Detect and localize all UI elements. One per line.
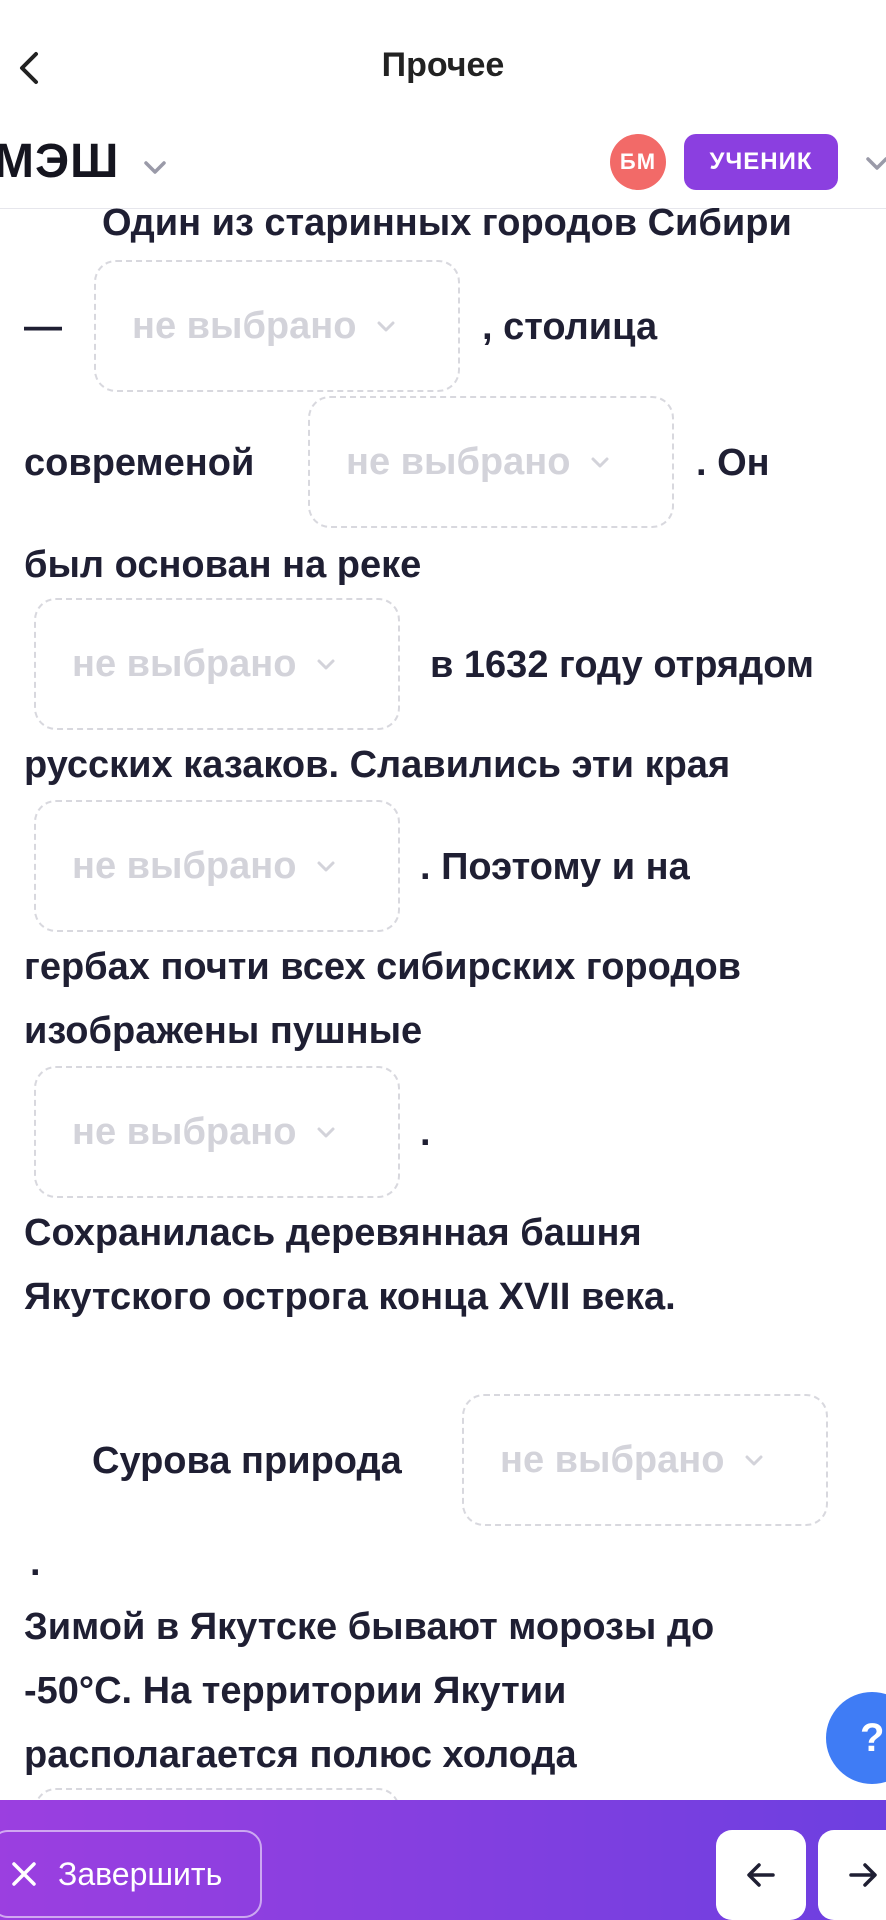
help-label: ?: [860, 1715, 885, 1760]
avatar[interactable]: БМ: [610, 134, 666, 190]
bottom-bar: Завершить: [0, 1800, 886, 1920]
chevron-down-icon: [317, 1127, 335, 1138]
text-fragment: Один из старинных городов Сибири: [102, 208, 792, 244]
app-logo[interactable]: МЭШ: [0, 134, 119, 189]
text-fragment: Сурова природа: [92, 1440, 402, 1482]
text-fragment: гербах почти всех сибирских городов: [24, 946, 742, 988]
question-content: Один из старинных городов Сибири — не вы…: [0, 208, 886, 1800]
dropdown-placeholder: не выбрано: [72, 844, 297, 887]
dropdown-placeholder: не выбрано: [346, 440, 571, 483]
text-fragment: современой: [24, 442, 255, 484]
finish-label: Завершить: [58, 1855, 223, 1892]
blank-dropdown-5[interactable]: не выбрано: [34, 1066, 400, 1198]
close-icon: [12, 1862, 36, 1886]
dropdown-placeholder: не выбрано: [72, 1110, 297, 1153]
prev-button[interactable]: [716, 1830, 806, 1920]
text-fragment: Зимой в Якутске бывают морозы до: [24, 1606, 715, 1648]
blank-dropdown-1[interactable]: не выбрано: [94, 260, 460, 392]
text-fragment: , столица: [482, 306, 658, 348]
chevron-down-icon[interactable]: [140, 152, 170, 182]
text-fragment: русских казаков. Славились эти края: [24, 744, 731, 786]
text-fragment: .: [30, 1542, 41, 1584]
role-badge[interactable]: УЧЕНИК: [684, 134, 838, 190]
chevron-down-icon: [317, 861, 335, 872]
blank-dropdown-2[interactable]: не выбрано: [308, 396, 674, 528]
text-fragment: -50°С. На территории Якутии: [24, 1670, 567, 1712]
chevron-down-icon: [377, 321, 395, 332]
finish-button[interactable]: Завершить: [0, 1830, 262, 1918]
text-fragment: изображены пушные: [24, 1010, 423, 1052]
blank-dropdown-6[interactable]: не выбрано: [462, 1394, 828, 1526]
dropdown-placeholder: не выбрано: [72, 642, 297, 685]
text-fragment: .: [420, 1112, 431, 1154]
dropdown-placeholder: не выбрано: [132, 304, 357, 347]
text-fragment: Сохранилась деревянная башня: [24, 1212, 642, 1254]
text-fragment: Якутского острога конца XVII века.: [24, 1276, 676, 1318]
blank-dropdown-3[interactable]: не выбрано: [34, 598, 400, 730]
chevron-down-icon: [591, 457, 609, 468]
blank-dropdown-partial[interactable]: [34, 1788, 400, 1800]
blank-dropdown-4[interactable]: не выбрано: [34, 800, 400, 932]
next-button[interactable]: [818, 1830, 886, 1920]
arrow-right-icon: [849, 1863, 877, 1887]
top-bar: Прочее: [0, 0, 886, 135]
text-fragment: в 1632 году отрядом: [430, 644, 815, 686]
page-title: Прочее: [381, 46, 505, 84]
text-fragment: располагается полюс холода: [24, 1734, 577, 1776]
chevron-down-icon: [745, 1455, 763, 1466]
text-fragment: . Поэтому и на: [420, 846, 690, 888]
app-header: МЭШ БМ УЧЕНИК: [0, 130, 886, 209]
dropdown-placeholder: не выбрано: [500, 1438, 725, 1481]
arrow-left-icon: [747, 1863, 775, 1887]
text-fragment: был основан на реке: [24, 544, 422, 586]
chevron-down-icon: [317, 659, 335, 670]
chevron-down-icon[interactable]: [862, 148, 886, 178]
text-fragment: —: [24, 306, 62, 348]
text-fragment: . Он: [696, 442, 770, 484]
